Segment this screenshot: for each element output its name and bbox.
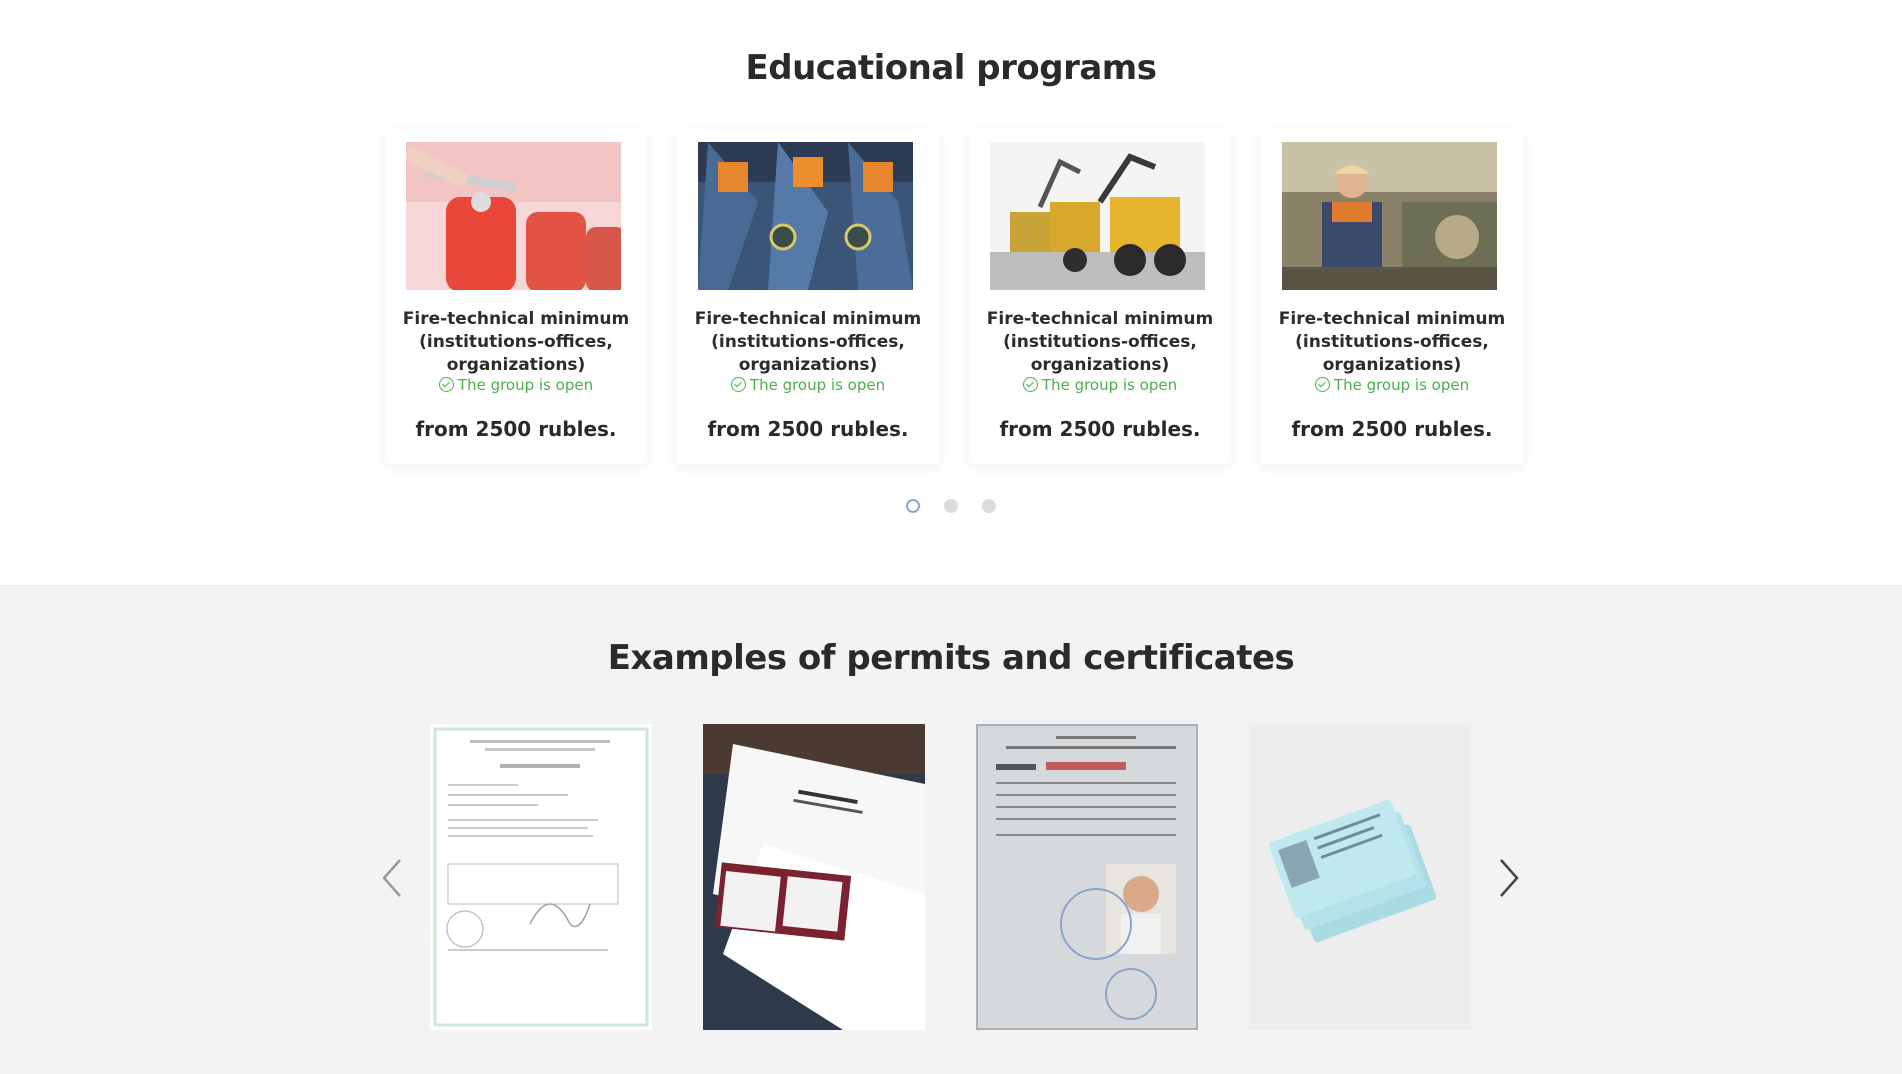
group-status: The group is open [969,376,1231,394]
group-status-label: The group is open [1333,376,1470,394]
tractor-driver-certificate-image[interactable] [976,724,1198,1030]
fire-extinguishers-image[interactable] [406,142,621,290]
programs-carousel: Fire-technical minimum (institutions-off… [385,128,1523,468]
check-circle-icon [1314,377,1330,392]
program-card[interactable]: Fire-technical minimum (institutions-off… [677,128,939,464]
check-circle-icon [1022,377,1038,392]
excavators-image[interactable] [990,142,1205,290]
safety-journal-image[interactable] [703,724,925,1030]
program-title[interactable]: Fire-technical minimum (institutions-off… [391,308,641,377]
program-price: from 2500 rubles. [415,417,617,441]
program-card[interactable]: Fire-technical minimum (institutions-off… [385,128,647,464]
program-card[interactable]: Fire-technical minimum (institutions-off… [1261,128,1523,464]
group-status: The group is open [1261,376,1523,394]
program-title[interactable]: Fire-technical minimum (institutions-off… [975,308,1225,377]
pagination-dot-3[interactable] [982,499,996,513]
group-status-label: The group is open [1041,376,1178,394]
program-price: from 2500 rubles. [707,417,909,441]
factory-worker-image[interactable] [1282,142,1497,290]
protocol-document-image[interactable] [430,724,652,1030]
group-status: The group is open [385,376,647,394]
carousel-pagination [900,499,1010,517]
pagination-dot-1[interactable] [906,499,920,513]
check-circle-icon [438,377,454,392]
blue-permit-cards-image[interactable] [1249,724,1471,1030]
program-card[interactable]: Fire-technical minimum (institutions-off… [969,128,1231,464]
program-price: from 2500 rubles. [999,417,1201,441]
educational-programs-section: Educational programs Fire-technical mini… [0,0,1902,585]
page: Educational programs Fire-technical mini… [0,0,1902,1074]
rescue-uniforms-image[interactable] [698,142,913,290]
prev-slide-button[interactable] [380,858,404,898]
group-status-label: The group is open [749,376,886,394]
group-status-label: The group is open [457,376,594,394]
program-price: from 2500 rubles. [1291,417,1493,441]
permits-section: Examples of permits and certificates [0,585,1902,1074]
check-circle-icon [730,377,746,392]
group-status: The group is open [677,376,939,394]
program-title[interactable]: Fire-technical minimum (institutions-off… [683,308,933,377]
permits-title: Examples of permits and certificates [607,638,1295,678]
programs-title: Educational programs [745,48,1157,88]
permits-carousel [430,724,1480,1034]
pagination-dot-2[interactable] [944,499,958,513]
program-title[interactable]: Fire-technical minimum (institutions-off… [1267,308,1517,377]
chevron-left-icon [382,859,401,897]
chevron-right-icon [1500,859,1519,897]
next-slide-button[interactable] [1497,858,1521,898]
